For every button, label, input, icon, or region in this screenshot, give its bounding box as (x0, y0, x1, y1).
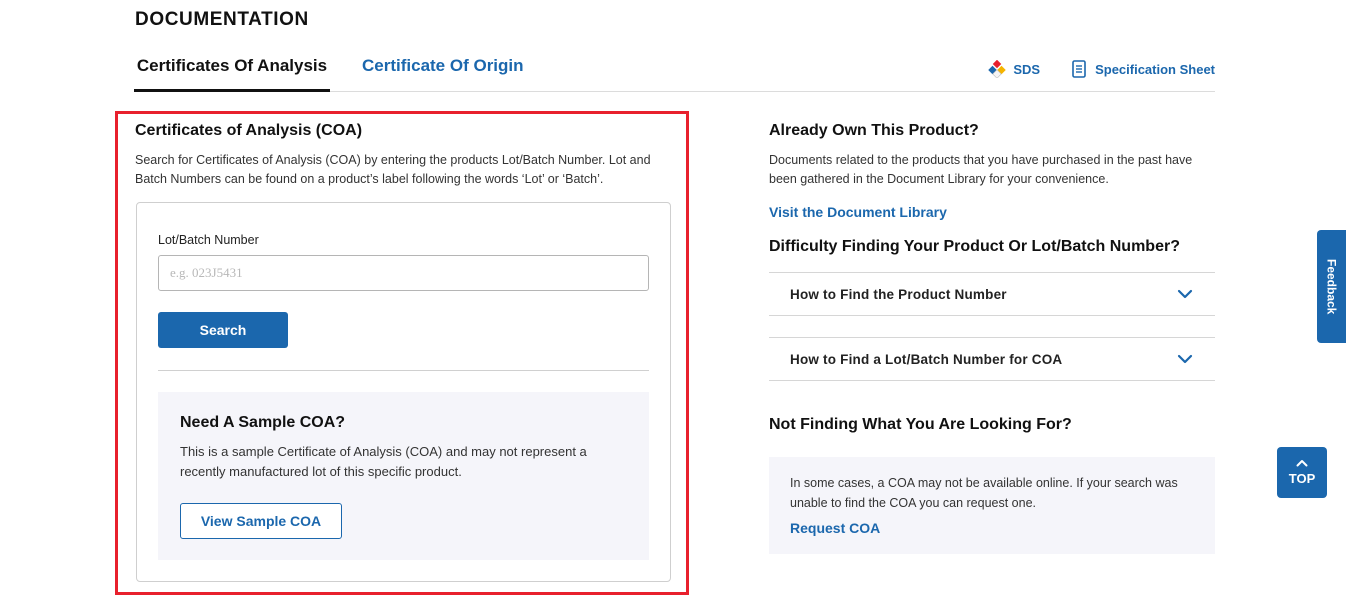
chevron-down-icon (1177, 289, 1193, 299)
coa-description: Search for Certificates of Analysis (COA… (135, 153, 651, 186)
request-coa-link[interactable]: Request COA (790, 520, 880, 536)
sample-coa-description: This is a sample Certificate of Analysis… (180, 444, 587, 479)
specification-sheet-link[interactable]: Specification Sheet (1069, 60, 1215, 78)
difficulty-heading: Difficulty Finding Your Product Or Lot/B… (769, 238, 1180, 255)
back-to-top-button[interactable]: TOP (1277, 447, 1327, 498)
tab-certificate-of-origin[interactable]: Certificate Of Origin (362, 50, 524, 92)
already-own-description: Documents related to the products that y… (769, 153, 1193, 186)
document-links: SDS Specification Sheet (958, 60, 1215, 78)
sds-link-label: SDS (1013, 61, 1041, 77)
accordion-label: How to Find a Lot/Batch Number for COA (790, 351, 1063, 367)
request-coa-description: In some cases, a COA may not be availabl… (790, 476, 1178, 510)
card-divider (158, 370, 649, 371)
lot-batch-input[interactable] (158, 255, 649, 291)
lot-batch-label: Lot/Batch Number (158, 233, 259, 247)
document-icon (1069, 60, 1089, 78)
diamond-cluster-icon (987, 60, 1007, 78)
feedback-label: Feedback (1324, 258, 1339, 315)
search-button[interactable]: Search (158, 312, 288, 348)
feedback-tab[interactable]: Feedback (1317, 230, 1346, 343)
section-title: DOCUMENTATION (135, 9, 309, 30)
document-library-link[interactable]: Visit the Document Library (769, 204, 947, 220)
accordion-label: How to Find the Product Number (790, 286, 1007, 302)
specification-sheet-label: Specification Sheet (1095, 61, 1215, 77)
coa-heading: Certificates of Analysis (COA) (135, 122, 363, 139)
accordion-find-lot-batch-number[interactable]: How to Find a Lot/Batch Number for COA (769, 337, 1215, 381)
already-own-heading: Already Own This Product? (769, 122, 979, 139)
view-sample-coa-button[interactable]: View Sample COA (180, 503, 342, 539)
chevron-down-icon (1177, 354, 1193, 364)
not-finding-heading: Not Finding What You Are Looking For? (769, 416, 1072, 433)
chevron-up-icon (1296, 459, 1308, 467)
coa-search-card: Lot/Batch Number Search Need A Sample CO… (136, 202, 671, 582)
sample-coa-panel: Need A Sample COA? This is a sample Cert… (158, 392, 649, 560)
tab-certificates-of-analysis[interactable]: Certificates Of Analysis (134, 50, 330, 92)
back-to-top-label: TOP (1288, 471, 1316, 486)
sample-coa-heading: Need A Sample COA? (180, 414, 346, 431)
accordion-find-product-number[interactable]: How to Find the Product Number (769, 272, 1215, 316)
request-coa-panel: In some cases, a COA may not be availabl… (769, 457, 1215, 554)
sds-link[interactable]: SDS (987, 60, 1040, 78)
